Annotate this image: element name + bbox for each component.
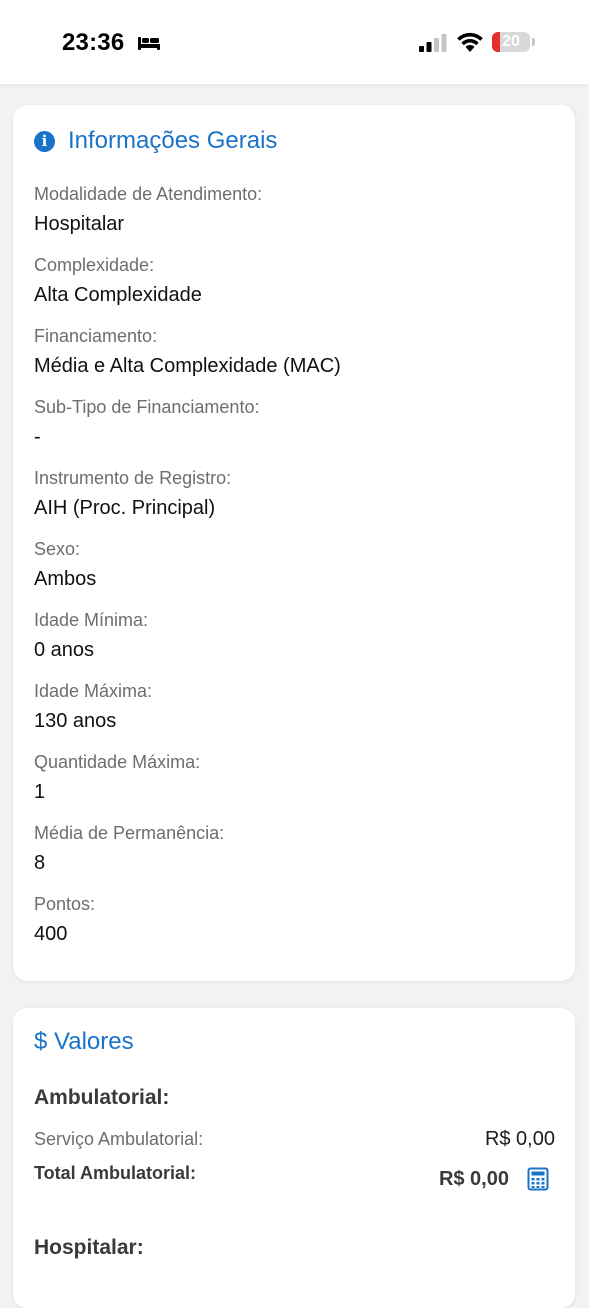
info-field-value: 8 xyxy=(34,852,46,874)
info-field: Sub-Tipo de Financiamento: - xyxy=(34,396,554,467)
info-field-label: Complexidade: xyxy=(34,255,155,275)
info-field: Financiamento: Média e Alta Complexidade … xyxy=(34,325,554,396)
cellular-signal-icon xyxy=(419,34,447,52)
info-field-value: AIH (Proc. Principal) xyxy=(34,497,216,519)
info-field-value: 0 anos xyxy=(34,639,95,661)
info-field-label: Pontos: xyxy=(34,894,96,914)
info-field: Pontos: 400 xyxy=(34,893,554,964)
bed-icon xyxy=(138,37,160,50)
info-field-value: 400 xyxy=(34,923,68,945)
total-ambulatorial-label: Total Ambulatorial: xyxy=(34,1163,196,1183)
info-field-label: Modalidade de Atendimento: xyxy=(34,184,263,204)
info-field-label: Instrumento de Registro: xyxy=(34,468,232,488)
info-field: Média de Permanência: 8 xyxy=(34,822,554,893)
general-info-title: Informações Gerais xyxy=(68,127,278,154)
values-card: $ Valores Ambulatorial: Serviço Ambulato… xyxy=(13,1008,575,1308)
battery-icon: 20 xyxy=(492,32,536,54)
battery-level: 20 xyxy=(502,33,520,50)
info-field-label: Sub-Tipo de Financiamento: xyxy=(34,397,260,417)
service-ambulatorial-label: Serviço Ambulatorial: xyxy=(34,1129,204,1149)
wifi-icon xyxy=(457,32,483,52)
info-field: Complexidade: Alta Complexidade xyxy=(34,254,554,325)
info-field: Quantidade Máxima: 1 xyxy=(34,751,554,822)
info-field-value: Hospitalar xyxy=(34,213,125,235)
info-field: Idade Mínima: 0 anos xyxy=(34,609,554,680)
total-ambulatorial-value: R$ 0,00 xyxy=(438,1168,509,1190)
info-field-value: Ambos xyxy=(34,568,97,590)
info-field-label: Idade Máxima: xyxy=(34,681,153,701)
info-field-label: Financiamento: xyxy=(34,326,158,346)
service-ambulatorial-value: R$ 0,00 xyxy=(484,1128,555,1150)
calculator-icon[interactable] xyxy=(527,1167,549,1191)
info-field-value: - xyxy=(34,426,41,448)
info-icon: i xyxy=(34,130,55,152)
info-field: Idade Máxima: 130 anos xyxy=(34,680,554,751)
hospitalar-heading: Hospitalar: xyxy=(34,1236,144,1259)
info-field-label: Sexo: xyxy=(34,539,81,559)
values-title: $ Valores xyxy=(34,1028,134,1055)
info-field-label: Quantidade Máxima: xyxy=(34,752,201,772)
status-bar: 23:36 20 xyxy=(0,0,589,84)
info-field-value: 1 xyxy=(34,781,46,803)
info-field: Instrumento de Registro: AIH (Proc. Princ… xyxy=(34,467,554,538)
general-info-card: i Informações Gerais Modalidade de Atend… xyxy=(13,105,575,981)
info-field-label: Média de Permanência: xyxy=(34,823,225,843)
info-field-value: Média e Alta Complexidade (MAC) xyxy=(34,355,341,377)
general-info-header: i Informações Gerais xyxy=(34,127,277,155)
status-time: 23:36 xyxy=(62,29,125,56)
info-field-label: Idade Mínima: xyxy=(34,610,149,630)
info-field: Sexo: Ambos xyxy=(34,538,554,609)
ambulatorial-heading: Ambulatorial: xyxy=(34,1086,170,1109)
info-field: Modalidade de Atendimento: Hospitalar xyxy=(34,183,554,254)
general-info-fields: Modalidade de Atendimento: Hospitalar Comp… xyxy=(34,183,554,964)
info-field-value: Alta Complexidade xyxy=(34,284,202,306)
info-field-value: 130 anos xyxy=(34,710,117,732)
